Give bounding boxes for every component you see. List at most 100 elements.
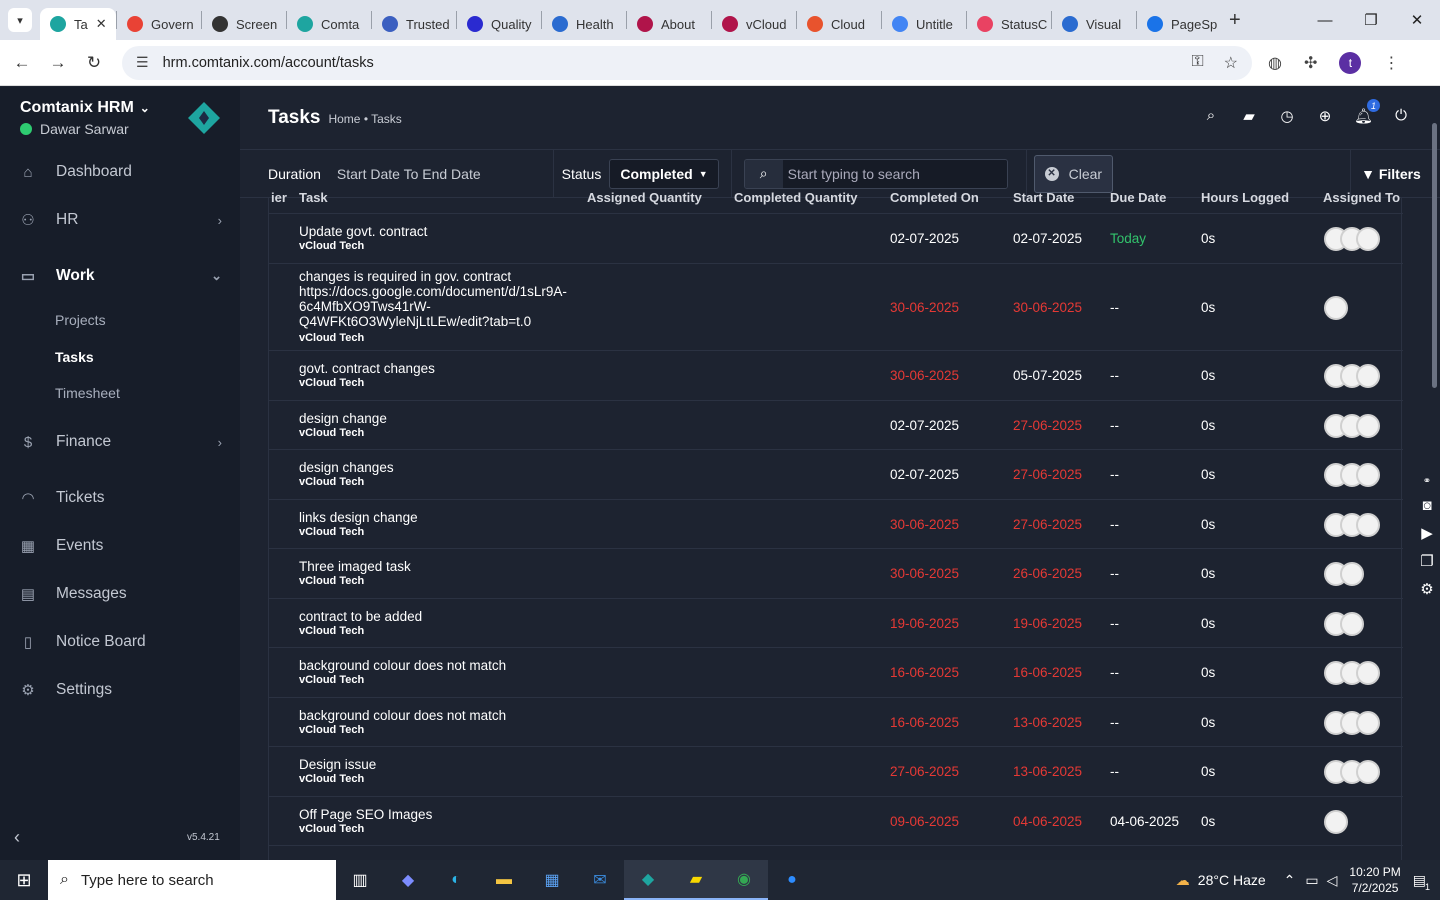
avatar[interactable] xyxy=(1340,562,1364,586)
task-project[interactable]: vCloud Tech xyxy=(299,625,364,637)
edge-icon[interactable]: ◐ xyxy=(432,860,480,900)
task-name-link[interactable]: Off Page SEO Images xyxy=(299,807,589,822)
column-header[interactable]: Due Date xyxy=(1110,190,1166,205)
back-button[interactable]: ← xyxy=(4,53,40,73)
task-name-link[interactable]: Design issue xyxy=(299,757,589,772)
avatar[interactable] xyxy=(1356,512,1380,537)
table-row[interactable]: background colour does not match vCloud T… xyxy=(269,698,1403,747)
column-header[interactable]: Start Date xyxy=(1013,190,1074,205)
camera-icon[interactable]: ◙ xyxy=(1422,497,1431,514)
table-row[interactable]: Design issue vCloud Tech 27-06-2025 13-06-2… xyxy=(269,747,1403,797)
new-tab-button[interactable]: + xyxy=(1229,9,1241,32)
minimize-button[interactable]: — xyxy=(1302,12,1348,29)
task-name-link[interactable]: background colour does not match xyxy=(299,708,589,723)
search-icon[interactable]: ⌕ xyxy=(1202,107,1220,125)
notification-center-icon[interactable]: ▤ 1 xyxy=(1413,872,1430,892)
reload-button[interactable]: ↻ xyxy=(76,53,112,73)
mail-icon[interactable]: ✉ xyxy=(576,860,624,900)
volume-icon[interactable]: ◁ xyxy=(1327,872,1338,889)
task-project[interactable]: vCloud Tech xyxy=(299,674,364,686)
app-logo-icon[interactable] xyxy=(188,102,220,134)
omnibox[interactable]: ☰ hrm.comtanix.com/account/tasks ⚿ ☆ xyxy=(122,45,1252,80)
task-name-link[interactable]: design change xyxy=(299,411,589,426)
add-circle-icon[interactable]: ⊕ xyxy=(1316,107,1334,125)
task-project[interactable]: vCloud Tech xyxy=(299,240,364,252)
video-icon[interactable]: ▶ xyxy=(1421,524,1433,542)
sidebar-item-events[interactable]: ▦ Events xyxy=(0,537,240,555)
avatar[interactable] xyxy=(1324,295,1348,320)
power-icon[interactable]: ⏻ xyxy=(1392,107,1410,125)
table-row[interactable]: links design change vCloud Tech 30-06-2025… xyxy=(269,500,1403,549)
avatar[interactable] xyxy=(1356,463,1380,487)
file-explorer-icon[interactable]: ▬ xyxy=(480,860,528,900)
password-key-icon[interactable]: ⚿ xyxy=(1191,53,1203,73)
browser-tab[interactable]: Govern xyxy=(117,8,201,40)
sidebar-subitem-projects[interactable]: Projects xyxy=(55,312,106,328)
tab-search-button[interactable]: ▾ xyxy=(8,8,32,32)
task-project[interactable]: vCloud Tech xyxy=(299,526,364,538)
chrome-icon[interactable]: ◉ xyxy=(720,860,768,900)
maximize-button[interactable]: ❐ xyxy=(1348,11,1394,29)
weather-text[interactable]: 28°C Haze xyxy=(1198,872,1266,888)
sidebar-item-hr[interactable]: ⚇ HR › xyxy=(0,211,240,229)
sidebar-item-finance[interactable]: $ Finance › xyxy=(0,433,240,451)
task-name-link[interactable]: design changes xyxy=(299,460,589,475)
avatar[interactable] xyxy=(1356,710,1380,735)
browser-tab[interactable]: Ta ✕ xyxy=(40,8,116,40)
avatar[interactable] xyxy=(1340,611,1364,636)
table-row[interactable]: govt. contract changes vCloud Tech 30-06-2… xyxy=(269,351,1403,401)
avatar[interactable] xyxy=(1356,413,1380,438)
copilot-icon[interactable]: ◆ xyxy=(384,860,432,900)
browser-tab[interactable]: Comta xyxy=(287,8,371,40)
task-name-link[interactable]: contract to be added xyxy=(299,609,589,624)
profile-avatar[interactable]: t xyxy=(1339,51,1362,74)
search-input[interactable]: Start typing to search xyxy=(782,159,1007,188)
table-row[interactable]: contract to be added vCloud Tech 19-06-202… xyxy=(269,599,1403,648)
sidebar-item-tickets[interactable]: ◠ Tickets xyxy=(0,489,240,507)
page-scrollbar[interactable] xyxy=(1432,123,1437,388)
bell-icon[interactable]: 🔔︎ 1 xyxy=(1354,99,1380,125)
column-header[interactable]: Assigned Quantity xyxy=(587,190,702,205)
clear-filters-button[interactable]: ✕ Clear xyxy=(1033,154,1114,193)
table-row[interactable]: design changes vCloud Tech 02-07-2025 27-06… xyxy=(269,450,1403,500)
sidebar-item-messages[interactable]: ▤ Messages xyxy=(0,585,240,603)
browser-tab[interactable]: Trusted xyxy=(372,8,456,40)
browser-tab[interactable]: Cloud xyxy=(797,8,881,40)
bookmark-star-icon[interactable]: ☆ xyxy=(1224,53,1238,73)
browser-menu-icon[interactable]: ⋮ xyxy=(1383,53,1399,73)
site-info-icon[interactable]: ☰ xyxy=(136,54,149,71)
task-view-icon[interactable]: ▥ xyxy=(336,860,384,900)
task-name-link[interactable]: Three imaged task xyxy=(299,559,589,574)
task-name-link[interactable]: links design change xyxy=(299,510,589,525)
link-icon[interactable]: ⚭ xyxy=(1423,476,1431,487)
sidebar-item-notice-board[interactable]: ▯ Notice Board xyxy=(0,633,240,651)
task-project[interactable]: vCloud Tech xyxy=(299,332,364,344)
windows-start-icon[interactable]: ⊞ xyxy=(0,870,48,891)
avatar[interactable] xyxy=(1356,227,1380,251)
task-project[interactable]: vCloud Tech xyxy=(299,823,364,835)
avatar[interactable] xyxy=(1356,364,1380,388)
column-header[interactable]: Completed On xyxy=(890,190,979,205)
task-name-link[interactable]: govt. contract changes xyxy=(299,361,589,376)
task-project[interactable]: vCloud Tech xyxy=(299,724,364,736)
close-tab-icon[interactable]: ✕ xyxy=(96,16,107,32)
gear-icon[interactable]: ⚙ xyxy=(1420,580,1433,598)
sidebar-item-settings[interactable]: ⚙ Settings xyxy=(0,681,240,699)
close-window-button[interactable]: ✕ xyxy=(1394,11,1440,29)
column-header[interactable]: Completed Quantity xyxy=(734,190,858,205)
task-name-link[interactable]: changes is required in gov. contract htt… xyxy=(299,269,589,329)
table-row[interactable]: Update govt. contract vCloud Tech 02-07-20… xyxy=(269,214,1403,264)
network-icon[interactable]: ▭ xyxy=(1305,872,1318,889)
status-select[interactable]: Completed ▼ xyxy=(609,158,719,189)
translate-icon[interactable]: ◍ xyxy=(1268,53,1282,73)
breadcrumb[interactable]: Home • Tasks xyxy=(328,112,401,126)
browser-tab[interactable]: Visual xyxy=(1052,8,1136,40)
task-project[interactable]: vCloud Tech xyxy=(299,427,364,439)
extensions-puzzle-icon[interactable]: ✣ xyxy=(1304,53,1317,73)
filters-button[interactable]: ▼ Filters xyxy=(1361,166,1421,182)
task-project[interactable]: vCloud Tech xyxy=(299,377,364,389)
column-header[interactable]: Task xyxy=(299,190,328,205)
browser-tab[interactable]: PageSp xyxy=(1137,8,1221,40)
task-project[interactable]: vCloud Tech xyxy=(299,773,364,785)
task-project[interactable]: vCloud Tech xyxy=(299,575,364,587)
